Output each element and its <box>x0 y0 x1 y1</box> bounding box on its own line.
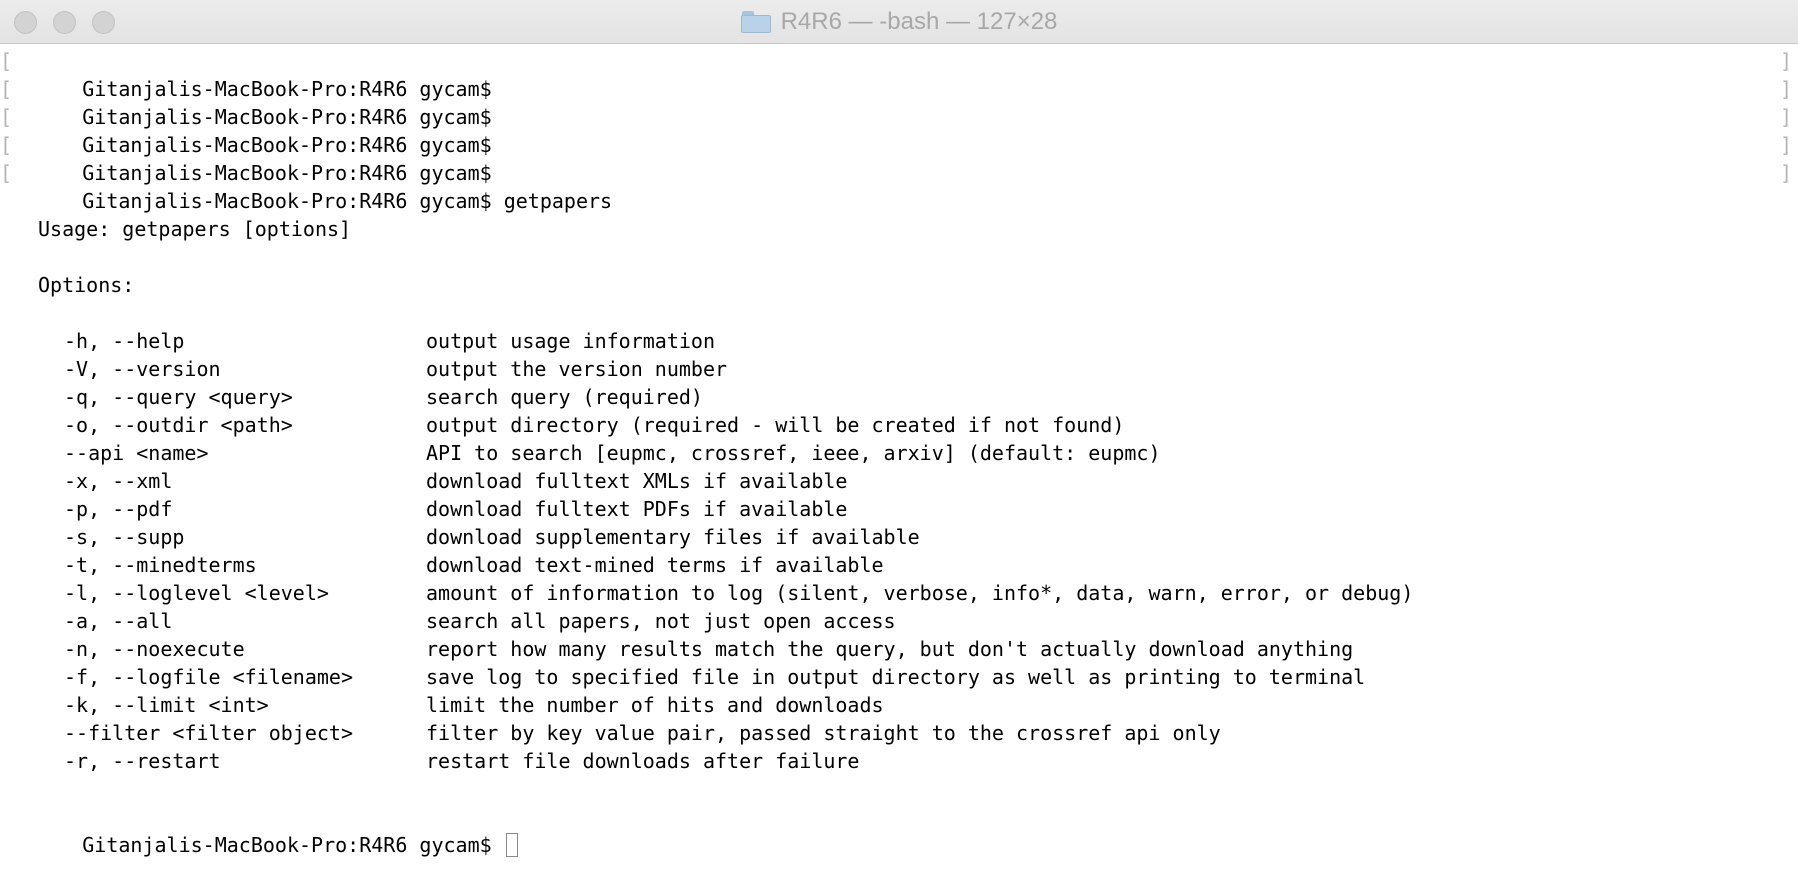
option-description: output usage information <box>426 329 715 353</box>
mark-bracket-right: ] <box>1779 49 1792 73</box>
option-description: filter by key value pair, passed straigh… <box>426 721 1221 745</box>
option-row: -h, --help output usage information <box>0 327 1798 355</box>
options-heading: Options: <box>38 273 135 297</box>
option-description: restart file downloads after failure <box>426 749 860 773</box>
option-flag: -n, --noexecute <box>64 637 245 661</box>
option-flag: -p, --pdf <box>64 497 173 521</box>
option-flag: -t, --minedterms <box>64 553 257 577</box>
window-title: R4R6 — -bash — 127×28 <box>780 8 1058 35</box>
option-flag: -a, --all <box>64 609 173 633</box>
option-row: -t, --minedterms download text-mined term… <box>0 551 1798 579</box>
option-row: -l, --loglevel <level> amount of informat… <box>0 579 1798 607</box>
history-line: [Gitanjalis-MacBook-Pro:R4R6 gycam$ ] <box>0 131 1798 185</box>
option-row: --api <name> API to search [eupmc, crossr… <box>0 439 1798 467</box>
option-row: -V, --version output the version number <box>0 355 1798 383</box>
option-row: -r, --restart restart file downloads afte… <box>0 747 1798 775</box>
option-description: download fulltext XMLs if available <box>426 469 848 493</box>
mark-bracket-right: ] <box>1779 161 1792 185</box>
folder-icon <box>740 11 771 33</box>
option-description: download fulltext PDFs if available <box>426 497 848 521</box>
option-flag: -x, --xml <box>64 469 173 493</box>
option-flag: -k, --limit <int> <box>64 693 269 717</box>
option-row: -o, --outdir <path> output directory (req… <box>0 411 1798 439</box>
mark-bracket-left: [ <box>0 77 13 101</box>
option-row: --filter <filter object> filter by key va… <box>0 719 1798 747</box>
mark-bracket-right: ] <box>1779 105 1792 129</box>
option-flag: -h, --help <box>64 329 185 353</box>
terminal-output[interactable]: [Gitanjalis-MacBook-Pro:R4R6 gycam$ ] [G… <box>0 45 1798 857</box>
window-title-area: R4R6 — -bash — 127×28 <box>0 0 1798 44</box>
option-row: -a, --all search all papers, not just ope… <box>0 607 1798 635</box>
option-row: -x, --xml download fulltext XMLs if avail… <box>0 467 1798 495</box>
history-line: [Gitanjalis-MacBook-Pro:R4R6 gycam$ getp… <box>0 159 1798 213</box>
prompt-text: Gitanjalis-MacBook-Pro:R4R6 gycam$ <box>82 833 492 857</box>
option-flag: -l, --loglevel <level> <box>64 581 329 605</box>
history-line: [Gitanjalis-MacBook-Pro:R4R6 gycam$ ] <box>0 75 1798 129</box>
option-description: limit the number of hits and downloads <box>426 693 884 717</box>
terminal-window: R4R6 — -bash — 127×28 [Gitanjalis-MacBoo… <box>0 0 1798 857</box>
option-description: download text-mined terms if available <box>426 553 884 577</box>
option-description: save log to specified file in output dir… <box>426 665 1366 689</box>
option-description: output the version number <box>426 357 728 381</box>
mark-bracket-left: [ <box>0 49 13 73</box>
text-cursor <box>505 833 518 857</box>
option-flag: -q, --query <query> <box>64 385 293 409</box>
option-flag: -f, --logfile <filename> <box>64 665 353 689</box>
option-row: -p, --pdf download fulltext PDFs if avail… <box>0 495 1798 523</box>
option-row: -f, --logfile <filename> save log to spec… <box>0 663 1798 691</box>
mark-bracket-right: ] <box>1779 77 1792 101</box>
history-line: [Gitanjalis-MacBook-Pro:R4R6 gycam$ ] <box>0 47 1798 101</box>
option-flag: --filter <filter object> <box>64 721 353 745</box>
options-list: -h, --help output usage information -V, --… <box>0 327 1798 775</box>
current-prompt-line[interactable]: Gitanjalis-MacBook-Pro:R4R6 gycam$ <box>0 803 1798 857</box>
option-description: amount of information to log (silent, ve… <box>426 581 1414 605</box>
mark-bracket-left: [ <box>0 133 13 157</box>
usage-line: Usage: getpapers [options] <box>38 217 352 241</box>
option-flag: -o, --outdir <path> <box>64 413 293 437</box>
option-description: search query (required) <box>426 385 703 409</box>
option-description: output directory (required - will be cre… <box>426 413 1125 437</box>
option-flag: -r, --restart <box>64 749 221 773</box>
option-flag: -V, --version <box>64 357 221 381</box>
title-bar[interactable]: R4R6 — -bash — 127×28 <box>0 0 1798 44</box>
mark-bracket-left: [ <box>0 161 13 185</box>
option-flag: -s, --supp <box>64 525 185 549</box>
option-row: -n, --noexecute report how many results m… <box>0 635 1798 663</box>
mark-bracket-left: [ <box>0 105 13 129</box>
option-row: -s, --supp download supplementary files i… <box>0 523 1798 551</box>
option-description: report how many results match the query,… <box>426 637 1354 661</box>
option-description: search all papers, not just open access <box>426 609 896 633</box>
history-line: [Gitanjalis-MacBook-Pro:R4R6 gycam$ ] <box>0 103 1798 157</box>
option-description: API to search [eupmc, crossref, ieee, ar… <box>426 441 1161 465</box>
option-flag: --api <name> <box>64 441 209 465</box>
option-row: -k, --limit <int> limit the number of hit… <box>0 691 1798 719</box>
mark-bracket-right: ] <box>1779 133 1792 157</box>
option-row: -q, --query <query> search query (require… <box>0 383 1798 411</box>
option-description: download supplementary files if availabl… <box>426 525 920 549</box>
